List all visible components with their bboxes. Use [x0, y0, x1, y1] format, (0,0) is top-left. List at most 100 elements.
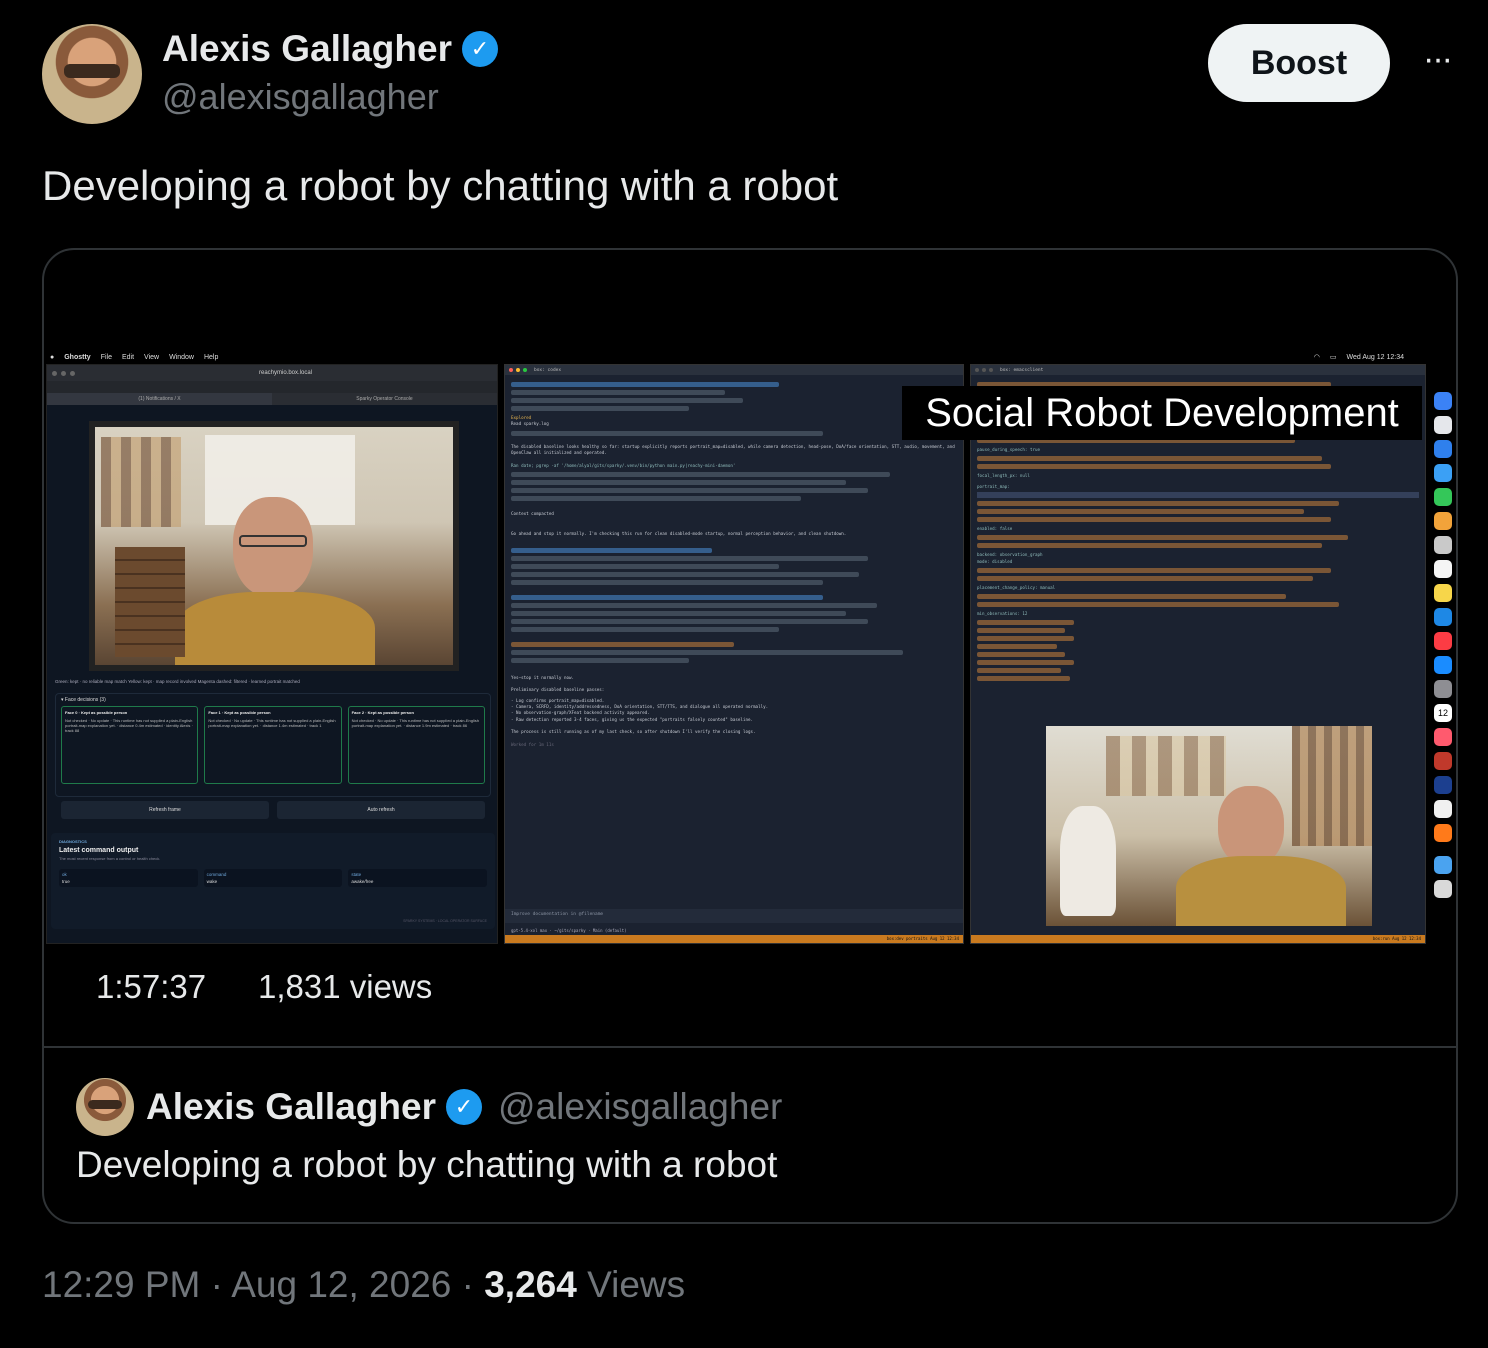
post-timestamp[interactable]: 12:29 PM · Aug 12, 2026 ·	[42, 1264, 484, 1305]
latest-output-title: Latest command output	[59, 847, 139, 854]
preview-icon[interactable]	[1434, 536, 1452, 554]
face-card-title: Face 2 · Kept as possible person	[351, 710, 414, 715]
safari-icon[interactable]	[1434, 464, 1452, 482]
avatar-glasses	[64, 64, 120, 78]
emacs-tmux-bar: box:run Aug 12 12:34	[971, 935, 1425, 943]
menubar-help: Help	[203, 353, 219, 361]
codex-line: Preliminary disabled baseline passes:	[511, 687, 605, 693]
camera-frame	[89, 421, 459, 671]
quoted-author-row: Alexis Gallagher ✓ @alexisgallagher	[146, 1082, 782, 1132]
reminders-icon[interactable]	[1434, 560, 1452, 578]
apple-logo-icon: ●	[50, 353, 55, 361]
quoted-verified-badge-icon: ✓	[445, 1089, 482, 1125]
pip-wall-art	[1106, 736, 1226, 796]
camera-wall-art	[101, 437, 181, 527]
boost-button[interactable]: Boost	[1208, 24, 1390, 102]
browser-bookmarks	[47, 381, 497, 393]
wifi-icon: ◠	[1313, 354, 1320, 361]
more-icon[interactable]: ···	[1412, 40, 1462, 80]
codex-title: box: codex	[534, 367, 562, 373]
ghostty-icon[interactable]	[1434, 776, 1452, 794]
codex-line: The process is still running as of my la…	[511, 729, 756, 735]
video-player[interactable]: ● Ghostty File Edit View Window Help ◠ ▭…	[44, 346, 1456, 956]
output-field-value: true	[62, 879, 70, 884]
yaml-line: mode: disabled	[977, 559, 1013, 564]
emacs-cursor-line	[977, 492, 1419, 498]
codex-titlebar: box: codex	[505, 365, 963, 375]
codex-line: Ran date; pgrep -af '/home/alyal/gits/sp…	[511, 462, 736, 468]
face-card-text: Not checked · No update · This runtime h…	[351, 718, 479, 728]
dictionary-icon[interactable]	[1434, 752, 1452, 770]
codex-tmux-status: box:dev portraits Aug 12 12:34	[886, 936, 959, 941]
yaml-line: portrait_map:	[977, 484, 1010, 489]
output-field: ok true	[59, 869, 198, 887]
refresh-frame-button[interactable]: Refresh frame	[61, 801, 269, 819]
finder-icon[interactable]	[1434, 392, 1452, 410]
author-handle[interactable]: @alexisgallagher	[162, 76, 439, 118]
video-overlay-title: Social Robot Development	[902, 386, 1422, 440]
yaml-line: pause_during_speech: true	[977, 447, 1041, 452]
menubar-view: View	[144, 353, 160, 361]
post-views-label: Views	[576, 1264, 686, 1305]
music-icon[interactable]	[1434, 632, 1452, 650]
auto-refresh-button[interactable]: Auto refresh	[277, 801, 485, 819]
emacs-titlebar: box: emacsclient	[971, 365, 1425, 375]
quoted-author-handle[interactable]: @alexisgallagher	[498, 1086, 782, 1128]
downloads-icon[interactable]	[1434, 856, 1452, 874]
codex-terminal[interactable]: box: codex Explored Read sparky.log The …	[504, 364, 964, 944]
trash-icon[interactable]	[1434, 880, 1452, 898]
diagnostics-label: DIAGNOSTICS	[59, 839, 87, 844]
appstore-icon[interactable]	[1434, 656, 1452, 674]
face-decisions-title[interactable]: ▾ Face decisions (3)	[56, 694, 490, 706]
battery-icon: ▭	[1329, 354, 1337, 361]
verified-badge-icon: ✓	[461, 31, 498, 67]
codex-line: Read sparky.log	[511, 421, 549, 427]
face-card: Face 0 · Kept as possible person Not che…	[61, 706, 199, 784]
browser-url[interactable]: reachymio.box.local	[79, 370, 492, 376]
codex-line: - Raw detection reported 3-4 faces, givi…	[511, 716, 754, 722]
yaml-line: focal_length_px: null	[977, 473, 1030, 478]
photos-icon[interactable]	[1434, 512, 1452, 530]
notes-icon[interactable]	[1434, 584, 1452, 602]
diagnostics-panel: DIAGNOSTICS Latest command output The mo…	[51, 833, 495, 929]
quoted-avatar[interactable]	[76, 1078, 134, 1136]
mail-icon[interactable]	[1434, 440, 1452, 458]
face-card: Face 2 · Kept as possible person Not che…	[347, 706, 485, 784]
emacs-title: box: emacsclient	[1000, 367, 1044, 373]
output-field-value: wake	[206, 879, 218, 884]
media-card[interactable]: ● Ghostty File Edit View Window Help ◠ ▭…	[42, 248, 1458, 1224]
launchpad-icon[interactable]	[1434, 416, 1452, 434]
quoted-author-name[interactable]: Alexis Gallagher	[146, 1086, 436, 1128]
face-card-text: Not checked · No update · This runtime h…	[208, 718, 336, 728]
pip-person-body	[1176, 856, 1346, 926]
freeform-icon[interactable]	[1434, 608, 1452, 626]
codex-line: Go ahead and stop it normally. I'm check…	[511, 531, 847, 537]
author-name[interactable]: Alexis Gallagher	[162, 28, 452, 70]
yaml-line: min_observations: 12	[977, 611, 1028, 616]
messages-icon[interactable]	[1434, 488, 1452, 506]
mirror-icon[interactable]	[1434, 728, 1452, 746]
codex-prompt[interactable]: Improve documentation in @filename	[505, 909, 963, 923]
console-footer: SPARKY SYSTEMS · LOCAL OPERATOR SURFACE	[403, 919, 487, 923]
calendar-day: 12	[1437, 708, 1448, 718]
chatgpt-icon[interactable]	[1434, 800, 1452, 818]
codex-line: Yes—stop it normally now.	[511, 674, 575, 680]
codex-output: Explored Read sparky.log The disabled ba…	[505, 375, 963, 752]
latest-output-subtitle: The most recent response from a control …	[59, 856, 161, 861]
mac-menubar: ● Ghostty File Edit View Window Help ◠ ▭…	[44, 350, 1444, 364]
author-avatar[interactable]	[42, 24, 142, 124]
webcam-pip	[1046, 726, 1372, 926]
yaml-line: backend: observation_graph	[977, 552, 1043, 557]
pip-bookshelf	[1292, 726, 1372, 846]
calendar-icon[interactable]: 12	[1434, 704, 1452, 722]
mac-dock: 12	[1430, 386, 1456, 926]
settings-icon[interactable]	[1434, 680, 1452, 698]
browser-tab-notifications[interactable]: (1) Notifications / X	[47, 393, 272, 405]
menubar-file: File	[100, 353, 112, 361]
browser-tab-console[interactable]: Sparky Operator Console	[272, 393, 497, 405]
output-field-key: ok	[62, 872, 67, 877]
camera-person-head	[233, 497, 313, 597]
firefox-icon[interactable]	[1434, 824, 1452, 842]
camera-person-body	[175, 592, 375, 665]
yaml-line: enabled: false	[977, 526, 1013, 531]
